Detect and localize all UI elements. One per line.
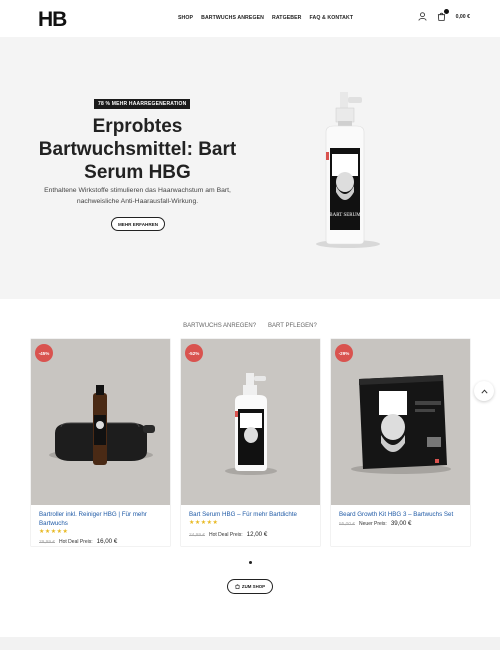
site-header: HB SHOP BARTWUCHS ANREGEN RATGEBER FAQ &… (0, 0, 500, 37)
current-price: 12,00 € (246, 531, 268, 538)
page: HB SHOP BARTWUCHS ANREGEN RATGEBER FAQ &… (0, 0, 500, 650)
product-card[interactable]: -45% Bartroller inkl. Reiniger HBG | Für… (31, 339, 170, 546)
current-price: 16,00 € (96, 538, 118, 545)
product-card[interactable]: -29% Beard Growth Kit HBG 3 – Bartwuchs … (331, 339, 470, 546)
product-title[interactable]: Bartroller inkl. Reiniger HBG | Für mehr… (39, 510, 164, 528)
hero-product-label: BART SERUM (329, 213, 361, 218)
product-title[interactable]: Beard Growth Kit HBG 3 – Bartwuchs Set (339, 510, 464, 519)
product-image[interactable]: -29% (331, 339, 470, 505)
nav-item-faq[interactable]: FAQ & KONTAKT (310, 15, 354, 21)
product-price: 55,00 € Neuer Preis: 39,00 € (339, 520, 411, 527)
price-label: Hot Deal Preis: (59, 539, 93, 545)
discount-badge: -29% (335, 344, 353, 362)
price-label: Hot Deal Preis: (209, 532, 243, 538)
old-price: 55,00 € (339, 522, 356, 527)
tab-bart-pflegen[interactable]: BART PFLEGEN? (268, 323, 317, 329)
tab-bartwuchs-anregen[interactable]: BARTWUCHS ANREGEN? (183, 323, 256, 329)
product-price: 29,99 € Hot Deal Preis: 16,00 € (39, 538, 117, 545)
nav-item-ratgeber[interactable]: RATGEBER (272, 15, 302, 21)
hero-product-image: BART SERUM (300, 92, 410, 252)
hero-description: Enthaltene Wirkstoffe stimulieren das Ha… (44, 187, 231, 205)
product-image[interactable]: -52% (181, 339, 320, 505)
hero-title: Erprobtes Bartwuchsmittel: Bart Serum HB… (38, 116, 237, 183)
footer-strip (0, 637, 500, 650)
chevron-up-icon (480, 387, 488, 396)
product-price: 24,99 € Hot Deal Preis: 12,00 € (189, 531, 267, 538)
nav-item-shop[interactable]: SHOP (178, 15, 193, 21)
learn-more-button[interactable]: MEHR ERFAHREN (111, 217, 165, 231)
product-card[interactable]: -52% Bart Serum HBG – Für mehr Bartdicht… (181, 339, 320, 546)
carousel-pagination-dot[interactable] (249, 561, 252, 564)
discount-badge: -45% (35, 344, 53, 362)
header-icons: 0,00 € (418, 9, 470, 21)
cart-total[interactable]: 0,00 € (456, 14, 470, 20)
product-carousel: -45% Bartroller inkl. Reiniger HBG | Für… (31, 339, 471, 549)
category-tabs: BARTWUCHS ANREGEN? BART PFLEGEN? (0, 323, 500, 329)
main-nav: SHOP BARTWUCHS ANREGEN RATGEBER FAQ & KO… (178, 15, 353, 21)
shop-button-label: ZUM SHOP (241, 584, 266, 589)
cart-icon[interactable] (437, 9, 449, 21)
discount-badge: -52% (185, 344, 203, 362)
old-price: 24,99 € (189, 533, 206, 538)
rating-stars: ★★★★★ (189, 520, 219, 526)
price-label: Neuer Preis: (359, 521, 387, 527)
product-title[interactable]: Bart Serum HBG – Für mehr Bartdichte (189, 510, 314, 519)
carousel-next-button[interactable] (474, 381, 494, 401)
current-price: 39,00 € (390, 520, 412, 527)
shop-button[interactable]: ZUM SHOP (227, 579, 273, 594)
old-price: 29,99 € (39, 540, 56, 545)
hero-badge: 78 % MEHR HAARREGENERATION (94, 99, 191, 109)
user-icon[interactable] (418, 12, 427, 21)
rating-stars: ★★★★★ (39, 529, 69, 535)
cart-icon (235, 583, 240, 590)
logo[interactable]: HB (38, 8, 67, 32)
cart-count-badge (443, 9, 449, 14)
product-image[interactable]: -45% (31, 339, 170, 505)
nav-item-bartwuchs[interactable]: BARTWUCHS ANREGEN (201, 15, 264, 21)
